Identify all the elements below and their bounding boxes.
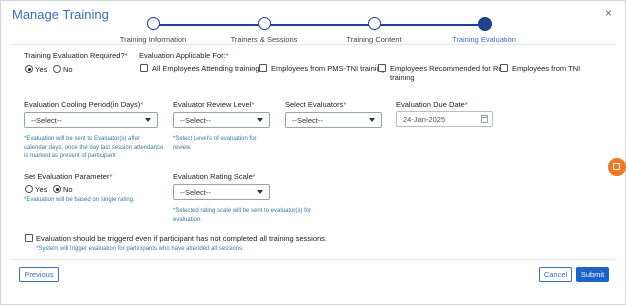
modal-title: Manage Training — [12, 7, 109, 22]
parameter-no-label: No — [63, 185, 73, 194]
parameter-label: Set Evaluation Parameter* — [24, 172, 113, 181]
select-evaluators-label: Select Evaluators* — [285, 100, 347, 109]
previous-button[interactable]: Previous — [19, 267, 59, 282]
step-label-training-content[interactable]: Training Content — [346, 35, 401, 44]
parameter-yes-label: Yes — [35, 185, 48, 194]
stepper-track — [153, 24, 483, 26]
cancel-button[interactable]: Cancel — [539, 267, 572, 282]
step-1-circle-icon[interactable] — [147, 17, 160, 30]
applicable-for-label: Evaluation Applicable For:* — [139, 51, 229, 60]
pms-tni-label: Employees from PMS-TNI training — [271, 64, 385, 73]
pms-tni-checkbox[interactable] — [259, 64, 267, 72]
step-label-training-information[interactable]: Training Information — [120, 35, 186, 44]
due-date-input[interactable]: 24-Jan-2025 — [396, 111, 493, 127]
all-employees-checkbox[interactable] — [140, 64, 148, 72]
step-2-circle-icon[interactable] — [258, 17, 271, 30]
chevron-down-icon — [257, 190, 263, 194]
cooling-period-note: *Evaluation will be sent to Evaluator(s)… — [24, 136, 164, 159]
rating-scale-select[interactable]: --Select-- — [173, 184, 270, 200]
step-4-circle-icon[interactable] — [478, 17, 492, 31]
eval-required-no-radio[interactable] — [53, 65, 61, 73]
parameter-note: *Evaluation will be based on single rati… — [24, 197, 135, 203]
eval-required-no-label: No — [63, 65, 73, 74]
trigger-checkbox[interactable] — [25, 234, 33, 242]
parameter-yes-radio[interactable] — [25, 185, 33, 193]
recommended-retraining-checkbox[interactable] — [378, 64, 386, 72]
rating-scale-note: *Selected rating scale will be sent to e… — [173, 208, 312, 223]
chevron-down-icon — [145, 118, 151, 122]
due-date-label: Evaluation Due Date* — [396, 100, 468, 109]
eval-required-yes-radio[interactable] — [25, 65, 33, 73]
recommended-retraining-label-cont: training — [390, 73, 415, 82]
submit-button[interactable]: Submit — [576, 267, 609, 282]
eval-required-yes-label: Yes — [35, 65, 48, 74]
stepper-divider — [10, 44, 616, 45]
trigger-label: Evaluation should be triggerd even if pa… — [36, 234, 328, 243]
trigger-note: *System will trigger evaluation for part… — [36, 246, 244, 252]
chevron-down-icon — [369, 118, 375, 122]
cooling-period-select[interactable]: --Select-- — [24, 112, 158, 128]
rating-scale-label: Evaluation Rating Scale* — [173, 172, 256, 181]
reviewer-level-select[interactable]: --Select-- — [173, 112, 270, 128]
step-label-training-evaluation[interactable]: Training Evaluation — [452, 35, 516, 44]
select-evaluators-select[interactable]: --Select-- — [285, 112, 382, 128]
recommended-retraining-label: Employees Recommended for Re- — [390, 64, 506, 73]
footer-divider — [10, 259, 616, 260]
reviewer-level-label: Evaluator Review Level* — [173, 100, 255, 109]
all-employees-label: All Employees Attending training — [152, 64, 260, 73]
step-label-trainers-sessions[interactable]: Trainers & Sessions — [231, 35, 298, 44]
tni-label: Employees from TNI — [512, 64, 581, 73]
cooling-period-label: Evaluation Cooling Period(in Days)* — [24, 100, 144, 109]
parameter-no-radio[interactable] — [53, 185, 61, 193]
feedback-edit-icon[interactable] — [608, 158, 626, 176]
tni-checkbox[interactable] — [500, 64, 508, 72]
step-3-circle-icon[interactable] — [368, 17, 381, 30]
close-icon[interactable]: × — [605, 6, 612, 20]
eval-required-label: Training Evaluation Required?* — [24, 51, 128, 60]
calendar-icon[interactable] — [481, 115, 488, 123]
reviewer-level-note: *Select Level's of evaluation for review… — [173, 136, 257, 151]
chevron-down-icon — [257, 118, 263, 122]
